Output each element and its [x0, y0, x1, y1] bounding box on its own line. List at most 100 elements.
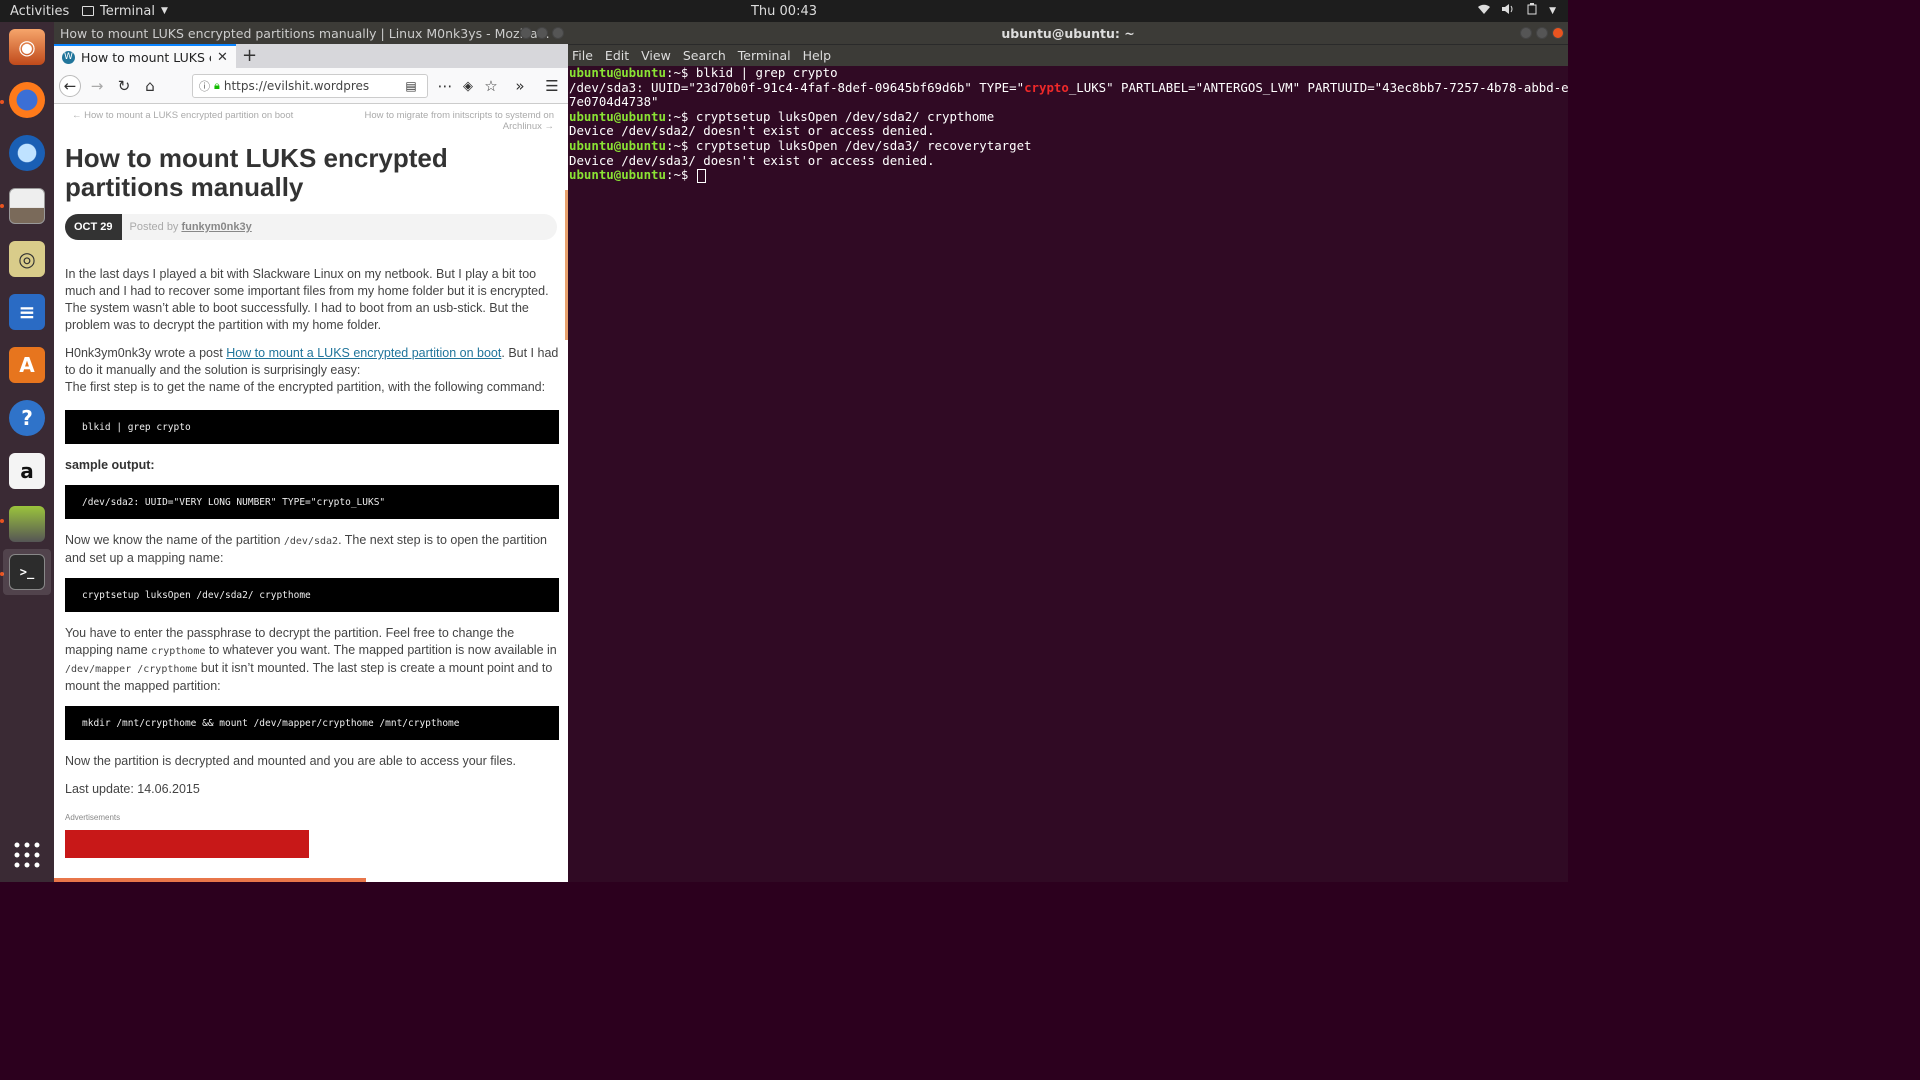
post-meta: OCT 29 Posted by funkym0nk3y [65, 214, 557, 240]
author-link[interactable]: funkym0nk3y [181, 221, 251, 233]
minimize-button[interactable] [1520, 27, 1532, 39]
firefox-icon[interactable] [3, 77, 51, 123]
amazon-icon[interactable]: a [3, 448, 51, 494]
paragraph: The first step is to get the name of the… [65, 380, 546, 394]
forward-button[interactable]: → [86, 75, 108, 97]
prompt: ubuntu@ubuntu [569, 167, 666, 183]
home-button[interactable]: ⌂ [139, 75, 161, 97]
posted-by-label: Posted by [129, 221, 179, 233]
system-tray[interactable]: ▼ [1477, 3, 1556, 18]
power-icon[interactable] [1525, 3, 1539, 18]
post-navigation: ← How to mount a LUKS encrypted partitio… [72, 110, 554, 132]
maximize-button[interactable] [536, 27, 548, 39]
paragraph-text: Now we know the name of the partition [65, 533, 284, 547]
menu-help[interactable]: Help [803, 48, 832, 63]
browser-window-title: How to mount LUKS encrypted partitions m… [60, 25, 550, 41]
code-block: cryptsetup luksOpen /dev/sda2/ crypthome [65, 578, 559, 612]
terminal-titlebar[interactable]: ubuntu@ubuntu: ~ [568, 22, 1568, 44]
tab-title: How to mount LUKS encr [81, 49, 211, 65]
prev-post-link[interactable]: ← How to mount a LUKS encrypted partitio… [72, 110, 293, 121]
related-post-link[interactable]: How to mount a LUKS encrypted partition … [226, 346, 501, 360]
page-actions-icon[interactable]: ⋯ [434, 75, 456, 97]
back-button[interactable]: ← [59, 75, 81, 97]
help-icon[interactable]: ? [3, 395, 51, 441]
paragraph: Now we know the name of the partition /d… [65, 532, 559, 567]
chevron-down-icon[interactable]: ▼ [1549, 6, 1556, 16]
tab-active[interactable]: W How to mount LUKS encr ✕ [54, 44, 236, 68]
reader-view-icon[interactable]: ▤ [400, 75, 422, 97]
reload-button[interactable]: ↻ [113, 75, 135, 97]
horizontal-scroll-indicator[interactable] [54, 878, 366, 882]
menu-view[interactable]: View [641, 48, 671, 63]
pocket-icon[interactable]: ◈ [457, 75, 479, 97]
bookmark-star-icon[interactable]: ☆ [480, 75, 502, 97]
close-tab-icon[interactable]: ✕ [217, 50, 228, 65]
terminal-line: ubuntu@ubuntu:~$ blkid | grep crypto [569, 65, 1568, 81]
ubuntu-logo-icon[interactable]: ◉ [3, 24, 51, 70]
menu-file[interactable]: File [572, 48, 593, 63]
menu-edit[interactable]: Edit [605, 48, 629, 63]
inline-code: /dev/sda2 [283, 536, 339, 547]
software-center-icon[interactable]: A [3, 342, 51, 388]
prompt: ubuntu@ubuntu [569, 65, 666, 80]
thunderbird-icon[interactable] [3, 130, 51, 176]
clock[interactable]: Thu 00:43 [0, 4, 1568, 19]
close-button[interactable] [1552, 27, 1564, 39]
paragraph: In the last days I played a bit with Sla… [65, 267, 549, 332]
browser-titlebar[interactable]: How to mount LUKS encrypted partitions m… [54, 22, 568, 44]
output-text: _LUKS" PARTLABEL="ANTERGOS_LVM" PARTUUID… [1068, 79, 1569, 95]
maximize-button[interactable] [1536, 27, 1548, 39]
menu-terminal[interactable]: Terminal [738, 48, 791, 63]
next-post-link[interactable]: How to migrate from initscripts to syste… [364, 110, 554, 132]
terminal-output[interactable]: ubuntu@ubuntu:~$ blkid | grep crypto/dev… [568, 65, 1569, 183]
paragraph-text: to whatever you want. The mapped partiti… [205, 643, 557, 657]
navigation-toolbar: ← → ↻ ⌂ ⓘ 🔒︎ https://evilshit.wordpres ▤… [54, 68, 568, 104]
app-menu-label: Terminal [100, 3, 155, 19]
paragraph-text: H0nk3ym0nk3y wrote a post [65, 346, 227, 360]
terminal-line: /dev/sda3: UUID="23d70b0f-91c4-4faf-8def… [569, 79, 1569, 96]
menu-search[interactable]: Search [683, 48, 726, 63]
prompt: ubuntu@ubuntu [569, 137, 666, 153]
disk-icon[interactable] [3, 501, 51, 547]
advertisement-image[interactable] [65, 830, 309, 858]
close-button[interactable] [552, 27, 564, 39]
apps-grid-icon[interactable] [3, 832, 51, 878]
prompt-suffix: :~$ [665, 137, 696, 153]
firefox-window: How to mount LUKS encrypted partitions m… [54, 22, 568, 882]
web-page: ← How to mount a LUKS encrypted partitio… [54, 104, 568, 882]
prompt-suffix: :~$ [665, 65, 696, 80]
code-block: /dev/sda2: UUID="VERY LONG NUMBER" TYPE=… [65, 485, 559, 519]
highlighted-match: crypto [1024, 79, 1069, 95]
app-menu[interactable]: Terminal ▼ [82, 4, 168, 19]
prompt-suffix: :~$ [665, 167, 696, 183]
sample-output-label: sample output: [65, 458, 155, 472]
terminal-window-title: ubuntu@ubuntu: ~ [1001, 25, 1135, 41]
rhythmbox-icon[interactable]: ◎ [3, 236, 51, 282]
overflow-chevron-icon[interactable]: » [509, 75, 531, 97]
prompt-suffix: :~$ [665, 108, 696, 124]
code-block: mkdir /mnt/crypthome && mount /dev/mappe… [65, 706, 559, 740]
text-cursor [696, 168, 706, 183]
new-tab-button[interactable]: + [242, 44, 257, 68]
minimize-button[interactable] [520, 27, 532, 39]
inline-code: crypthome [151, 646, 206, 657]
hamburger-menu-icon[interactable]: ☰ [541, 75, 563, 97]
page-title: How to mount LUKS encrypted partitions m… [65, 143, 448, 202]
advertisements-label: Advertisements [65, 813, 121, 822]
activities-button[interactable]: Activities [0, 4, 80, 19]
terminal-line: Device /dev/sda3/ doesn't exist or acces… [569, 152, 935, 168]
top-panel: Activities Terminal ▼ Thu 00:43 ▼ [0, 0, 1568, 22]
lock-icon[interactable]: 🔒︎ [214, 79, 220, 93]
terminal-icon[interactable]: >_ [3, 549, 51, 595]
info-icon[interactable]: ⓘ [199, 78, 210, 94]
url-text[interactable]: https://evilshit.wordpres [224, 79, 369, 93]
volume-icon[interactable] [1501, 3, 1515, 18]
url-bar[interactable]: ⓘ 🔒︎ https://evilshit.wordpres [192, 74, 428, 98]
terminal-small-icon [82, 6, 94, 16]
libreoffice-writer-icon[interactable]: ≡ [3, 289, 51, 335]
command: blkid | grep crypto [695, 65, 838, 80]
wifi-icon[interactable] [1477, 3, 1491, 18]
inline-code: /dev/mapper /crypthome [65, 664, 198, 675]
command: cryptsetup luksOpen /dev/sda3/ recoveryt… [695, 137, 1032, 153]
files-icon[interactable] [3, 183, 51, 229]
